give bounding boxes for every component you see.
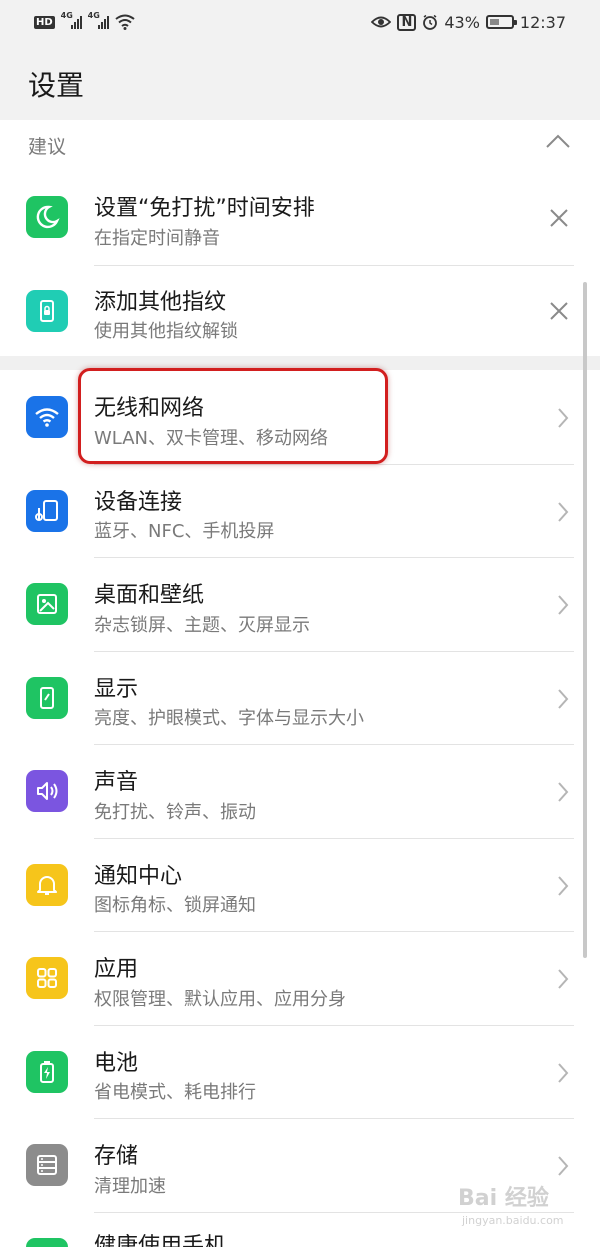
suggestion-subtitle: 使用其他指纹解锁 xyxy=(94,321,238,342)
settings-item-subtitle: 亮度、护眼模式、字体与显示大小 xyxy=(94,708,364,729)
chevron-right-icon xyxy=(558,689,569,709)
apps-grid-icon xyxy=(26,957,68,999)
suggestion-subtitle: 在指定时间静音 xyxy=(94,228,220,249)
storage-icon xyxy=(26,1144,68,1186)
settings-item-subtitle: 蓝牙、NFC、手机投屏 xyxy=(94,521,275,542)
clock: 12:37 xyxy=(519,12,566,32)
settings-item-apps[interactable]: 应用 权限管理、默认应用、应用分身 xyxy=(0,931,600,1026)
health-icon xyxy=(26,1238,68,1247)
wifi-icon xyxy=(26,396,68,438)
settings-item-subtitle: 权限管理、默认应用、应用分身 xyxy=(94,989,346,1010)
suggestion-title: 设置“免打扰”时间安排 xyxy=(94,196,315,221)
settings-item-title: 显示 xyxy=(94,677,139,702)
suggestion-dnd-schedule[interactable]: 设置“免打扰”时间安排 在指定时间静音 xyxy=(0,170,600,266)
chevron-right-icon xyxy=(558,876,569,896)
watermark: Bai 经验 jingyan.baidu.com xyxy=(458,1180,598,1240)
battery-icon xyxy=(485,15,517,29)
eye-icon xyxy=(371,16,392,28)
chevron-right-icon xyxy=(558,408,569,428)
highlight-box xyxy=(78,368,388,464)
fingerprint-lock-icon xyxy=(26,290,68,332)
battery-charging-icon xyxy=(26,1051,68,1093)
watermark-sub: jingyan.baidu.com xyxy=(462,1214,564,1227)
page-title: 设置 xyxy=(28,69,85,102)
suggestion-title: 添加其他指纹 xyxy=(94,290,227,315)
speaker-icon xyxy=(26,770,68,812)
settings-item-notifications[interactable]: 通知中心 图标角标、锁屏通知 xyxy=(0,838,600,932)
settings-item-home-wallpaper[interactable]: 桌面和壁纸 杂志锁屏、主题、灭屏显示 xyxy=(0,557,600,652)
app-header: 设置 xyxy=(0,44,600,120)
settings-item-title: 应用 xyxy=(94,957,139,982)
chevron-right-icon xyxy=(558,502,569,522)
battery-percent: 43% xyxy=(444,12,480,32)
settings-item-title: 声音 xyxy=(94,770,139,795)
settings-item-title: 通知中心 xyxy=(94,864,183,889)
status-bar: HD 4G 4G N 43% 12:37 xyxy=(0,0,600,44)
hd-voice-badge: HD xyxy=(34,15,55,29)
nfc-icon: N xyxy=(397,13,417,31)
suggestions-header: 建议 xyxy=(0,120,600,170)
settings-item-battery[interactable]: 电池 省电模式、耗电排行 xyxy=(0,1025,600,1119)
settings-item-device-connection[interactable]: 设备连接 蓝牙、NFC、手机投屏 xyxy=(0,464,600,558)
wallpaper-icon xyxy=(26,583,68,625)
settings-item-sound[interactable]: 声音 免打扰、铃声、振动 xyxy=(0,744,600,839)
chevron-right-icon xyxy=(558,782,569,802)
chevron-right-icon xyxy=(558,1156,569,1176)
close-icon[interactable] xyxy=(548,207,570,229)
signal-icon: 4G xyxy=(61,11,82,29)
settings-item-subtitle: 图标角标、锁屏通知 xyxy=(94,895,256,916)
suggestion-add-fingerprint[interactable]: 添加其他指纹 使用其他指纹解锁 xyxy=(0,266,600,356)
watermark-text: Bai 经验 xyxy=(458,1186,549,1211)
chevron-right-icon xyxy=(558,969,569,989)
device-connection-icon xyxy=(26,490,68,532)
moon-icon xyxy=(26,196,68,238)
settings-item-display[interactable]: 显示 亮度、护眼模式、字体与显示大小 xyxy=(0,651,600,745)
scrollbar[interactable] xyxy=(583,282,587,958)
bell-icon xyxy=(26,864,68,906)
settings-item-title: 桌面和壁纸 xyxy=(94,583,205,608)
close-icon[interactable] xyxy=(548,300,570,322)
display-icon xyxy=(26,677,68,719)
settings-item-subtitle: 免打扰、铃声、振动 xyxy=(94,802,256,823)
settings-item-title: 设备连接 xyxy=(94,490,183,515)
section-label: 建议 xyxy=(28,136,67,158)
settings-item-title: 电池 xyxy=(94,1051,139,1076)
signal-icon-sim2: 4G xyxy=(88,11,109,29)
wifi-icon xyxy=(115,14,135,30)
chevron-right-icon xyxy=(558,595,569,615)
settings-item-title: 健康使用手机 xyxy=(94,1234,227,1247)
settings-item-subtitle: 省电模式、耗电排行 xyxy=(94,1082,256,1103)
chevron-right-icon xyxy=(558,1063,569,1083)
alarm-icon xyxy=(423,14,438,30)
settings-item-subtitle: 杂志锁屏、主题、灭屏显示 xyxy=(94,615,310,636)
settings-item-subtitle: 清理加速 xyxy=(94,1176,166,1197)
chevron-up-icon[interactable] xyxy=(545,133,571,149)
settings-item-title: 存储 xyxy=(94,1144,139,1169)
